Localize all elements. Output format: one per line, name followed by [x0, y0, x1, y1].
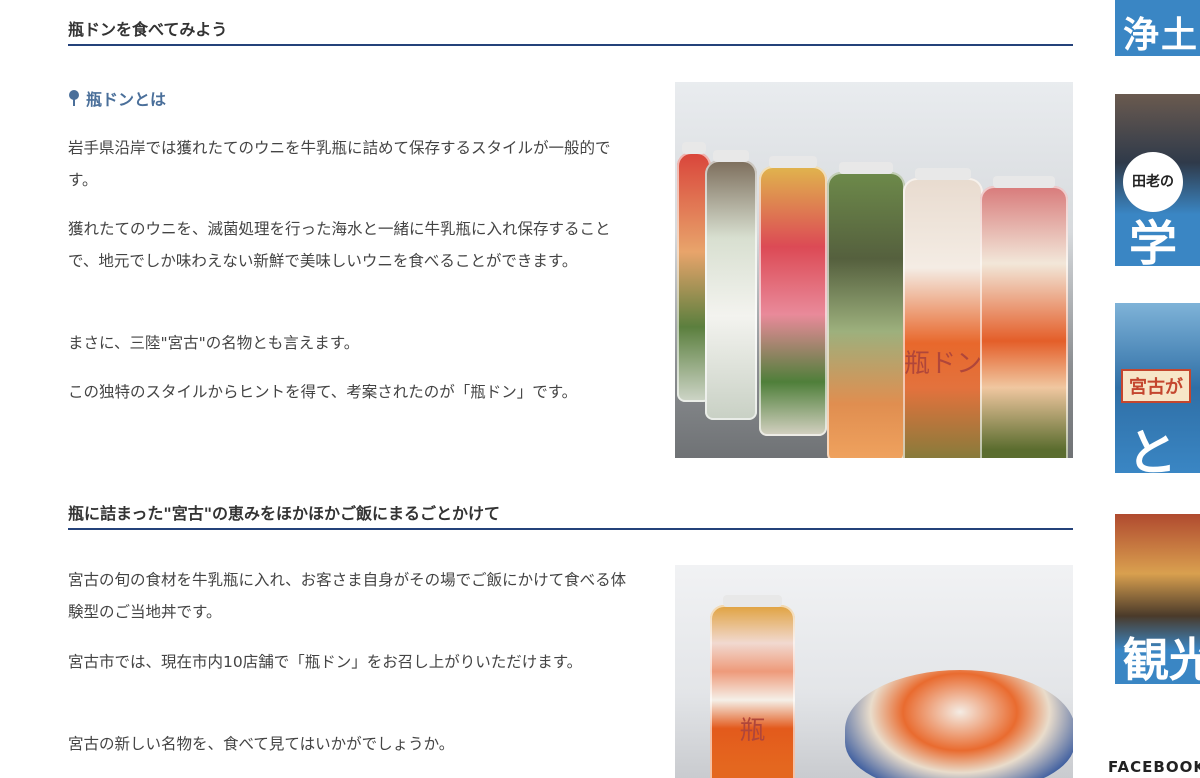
- banner-subtitle: 田老の: [1123, 152, 1183, 212]
- paragraph: 獲れたてのウニを、滅菌処理を行った海水と一緒に牛乳瓶に入れ保存することで、地元で…: [68, 220, 611, 270]
- paragraph: まさに、三陸"宮古"の名物とも言えます。: [68, 334, 360, 352]
- paragraph: この独特のスタイルからヒントを得て、考案されたのが「瓶ドン」です。: [68, 383, 578, 401]
- subheading-label: 瓶ドンとは: [86, 90, 167, 109]
- banner-title: 学: [1129, 216, 1178, 266]
- rice-bowl: [845, 670, 1073, 778]
- sidebar-banner-kanko[interactable]: 観光: [1115, 514, 1200, 684]
- sidebar-banner-jodogahama[interactable]: 浄土: [1115, 0, 1200, 56]
- bindon-jar-label: 瓶: [739, 715, 766, 746]
- bindon-bottles-photo: 瓶ドン: [675, 82, 1073, 458]
- sidebar-banner-miyako[interactable]: 宮古が と: [1115, 303, 1200, 473]
- banner-title: 浄土: [1123, 15, 1200, 56]
- banner-subtitle: 宮古が: [1121, 369, 1191, 403]
- paragraph: 宮古市では、現在市内10店舗で「瓶ドン」をお召し上がりいただけます。: [68, 653, 583, 671]
- section-heading-bindon: 瓶ドンを食べてみよう: [68, 16, 1073, 46]
- bindon-jar-label: 瓶ドン: [903, 349, 982, 379]
- section-heading-miyako-bounty: 瓶に詰まった"宮古"の恵みをほかほかご飯にまるごとかけて: [68, 500, 1073, 530]
- facebook-heading: FACEBOOK: [1108, 758, 1200, 776]
- banner-title: と: [1127, 424, 1177, 473]
- bindon-bowl-photo: 瓶: [675, 565, 1073, 778]
- paragraph: 岩手県沿岸では獲れたてのウニを牛乳瓶に詰めて保存するスタイルが一般的です。: [68, 139, 611, 189]
- paragraph: 宮古の旬の食材を牛乳瓶に入れ、お客さま自身がその場でご飯にかけて食べる体験型のご…: [68, 571, 627, 621]
- banner-title: 観光: [1123, 633, 1200, 684]
- map-pin-icon: [68, 88, 80, 108]
- subheading-what-is-bindon: 瓶ドンとは: [68, 86, 166, 110]
- sidebar-banner-taro[interactable]: 田老の 学: [1115, 94, 1200, 266]
- paragraph: 宮古の新しい名物を、食べて見てはいかがでしょうか。: [68, 735, 455, 753]
